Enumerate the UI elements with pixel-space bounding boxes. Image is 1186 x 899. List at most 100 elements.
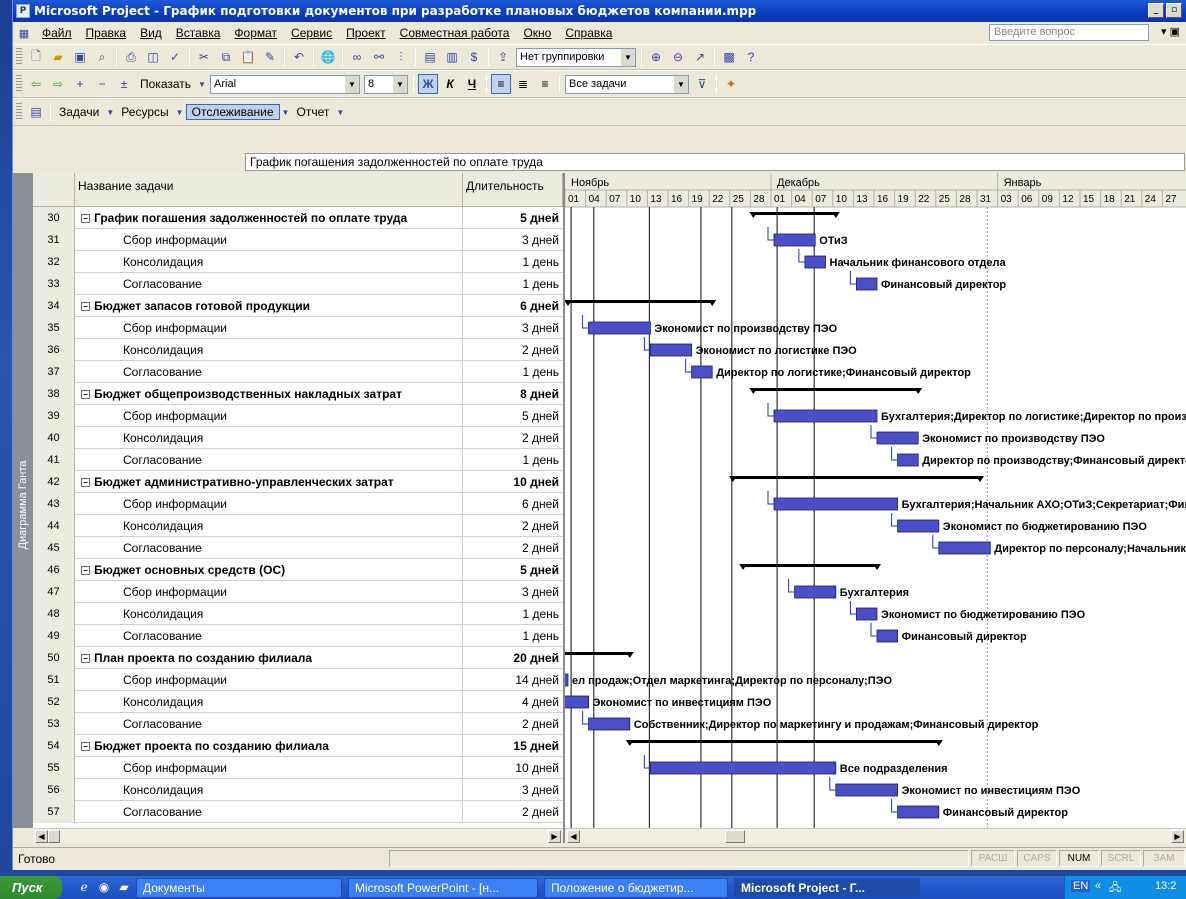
- table-row[interactable]: 47 Сбор информации 3 дней: [33, 581, 563, 603]
- tracking-menu[interactable]: Отслеживание: [185, 104, 280, 120]
- scroll-thumb[interactable]: [725, 830, 745, 843]
- help-icon[interactable]: ?: [741, 47, 761, 67]
- chevron-down-icon[interactable]: ▼: [621, 48, 635, 66]
- hyperlink-icon[interactable]: 🌐: [318, 47, 338, 67]
- task-name-cell[interactable]: Сбор информации: [75, 405, 463, 427]
- summary-task-row[interactable]: 38− Бюджет общепроизводственных накладных…: [33, 383, 563, 405]
- tray-expand-icon[interactable]: «: [1095, 880, 1101, 892]
- column-header-duration[interactable]: Длительность: [463, 173, 563, 207]
- row-id[interactable]: 43: [33, 493, 75, 515]
- task-name-cell[interactable]: Сбор информации: [75, 757, 463, 779]
- align-center-icon[interactable]: ≣: [513, 74, 533, 94]
- table-row[interactable]: 37 Согласование 1 день: [33, 361, 563, 383]
- row-id[interactable]: 33: [33, 273, 75, 295]
- menu-project[interactable]: Проект: [339, 26, 393, 40]
- menu-insert[interactable]: Вставка: [169, 26, 228, 40]
- restore-button[interactable]: ▫: [1166, 3, 1182, 18]
- summary-task-row[interactable]: 50− План проекта по созданию филиала 20 дн…: [33, 647, 563, 669]
- chevron-down-icon[interactable]: ▼: [393, 75, 408, 93]
- doc-restore-icon[interactable]: ▾ ▣: [1161, 25, 1180, 38]
- ask-question-input[interactable]: Введите вопрос: [989, 24, 1149, 41]
- copy-picture-icon[interactable]: ▩: [719, 47, 739, 67]
- folder-icon[interactable]: ▰: [116, 879, 132, 895]
- task-notes-icon[interactable]: ▥: [442, 47, 462, 67]
- menu-help[interactable]: Справка: [558, 26, 619, 40]
- network-icon[interactable]: 🖧: [1109, 879, 1121, 898]
- duration-cell[interactable]: 5 дней: [463, 405, 563, 427]
- go-to-task-icon[interactable]: ↗: [690, 47, 710, 67]
- filter-select[interactable]: Все задачи ▼: [565, 74, 690, 94]
- hide-subtasks-icon[interactable]: −: [92, 74, 112, 94]
- duration-cell[interactable]: 10 дней: [463, 757, 563, 779]
- chevron-down-icon[interactable]: ▼: [674, 75, 689, 93]
- duration-cell[interactable]: 6 дней: [463, 295, 563, 317]
- table-row[interactable]: 53 Согласование 2 дней: [33, 713, 563, 735]
- new-icon[interactable]: 🗋: [26, 47, 46, 67]
- project-guide-icon[interactable]: ▤: [26, 102, 46, 122]
- collapse-icon[interactable]: −: [81, 654, 90, 664]
- task-name-cell[interactable]: Консолидация: [75, 691, 463, 713]
- publish-icon[interactable]: ⇪: [493, 47, 513, 67]
- start-button[interactable]: Пуск: [0, 876, 62, 899]
- row-id[interactable]: 30: [33, 207, 75, 229]
- task-name-cell[interactable]: − Бюджет административно-управленческих з…: [75, 471, 463, 493]
- row-id[interactable]: 39: [33, 405, 75, 427]
- task-name-cell[interactable]: Сбор информации: [75, 581, 463, 603]
- row-id[interactable]: 34: [33, 295, 75, 317]
- table-row[interactable]: 48 Консолидация 1 день: [33, 603, 563, 625]
- browser-icon[interactable]: ◉: [96, 879, 112, 895]
- scroll-left-arrow[interactable]: ◀: [35, 830, 48, 843]
- collapse-icon[interactable]: −: [81, 390, 90, 400]
- outdent-icon[interactable]: ⇦: [26, 74, 46, 94]
- task-name-cell[interactable]: − Бюджет проекта по созданию филиала: [75, 735, 463, 757]
- duration-cell[interactable]: 2 дней: [463, 339, 563, 361]
- summary-task-row[interactable]: 46− Бюджет основных средств (ОС) 5 дней: [33, 559, 563, 581]
- column-header-name[interactable]: Название задачи: [75, 173, 463, 207]
- align-left-icon[interactable]: ≡: [491, 74, 512, 94]
- row-id[interactable]: 54: [33, 735, 75, 757]
- minimize-button[interactable]: _: [1148, 3, 1164, 18]
- font-select[interactable]: Arial ▼: [210, 74, 361, 94]
- task-name-cell[interactable]: Сбор информации: [75, 669, 463, 691]
- table-row[interactable]: 56 Консолидация 3 дней: [33, 779, 563, 801]
- row-id[interactable]: 48: [33, 603, 75, 625]
- chevron-down-icon[interactable]: ▼: [197, 74, 207, 94]
- format-painter-icon[interactable]: ✎: [260, 47, 280, 67]
- row-id[interactable]: 35: [33, 317, 75, 339]
- task-name-cell[interactable]: Консолидация: [75, 427, 463, 449]
- task-name-cell[interactable]: Консолидация: [75, 515, 463, 537]
- clock[interactable]: 13:2: [1155, 880, 1176, 892]
- table-row[interactable]: 32 Консолидация 1 день: [33, 251, 563, 273]
- scroll-right-arrow[interactable]: ▶: [548, 830, 561, 843]
- duration-cell[interactable]: 2 дней: [463, 713, 563, 735]
- menu-window[interactable]: Окно: [516, 26, 558, 40]
- open-icon[interactable]: ▰: [48, 47, 68, 67]
- row-id[interactable]: 53: [33, 713, 75, 735]
- menu-format[interactable]: Формат: [227, 26, 284, 40]
- duration-cell[interactable]: 2 дней: [463, 537, 563, 559]
- duration-cell[interactable]: 1 день: [463, 273, 563, 295]
- task-name-cell[interactable]: Сбор информации: [75, 493, 463, 515]
- summary-task-row[interactable]: 34− Бюджет запасов готовой продукции 6 дне…: [33, 295, 563, 317]
- duration-cell[interactable]: 1 день: [463, 449, 563, 471]
- task-name-cell[interactable]: Консолидация: [75, 251, 463, 273]
- duration-cell[interactable]: 15 дней: [463, 735, 563, 757]
- task-name-cell[interactable]: − Бюджет основных средств (ОС): [75, 559, 463, 581]
- duration-cell[interactable]: 3 дней: [463, 581, 563, 603]
- tasks-menu[interactable]: Задачи: [54, 105, 104, 119]
- title-bar[interactable]: P Microsoft Project - График подготовки …: [13, 0, 1186, 22]
- zoom-in-icon[interactable]: ⊕: [646, 47, 666, 67]
- resources-menu[interactable]: Ресурсы: [116, 105, 173, 119]
- table-row[interactable]: 45 Согласование 2 дней: [33, 537, 563, 559]
- task-name-cell[interactable]: Консолидация: [75, 603, 463, 625]
- menu-file[interactable]: Файл: [35, 26, 79, 40]
- underline-button[interactable]: Ч: [462, 74, 482, 94]
- task-name-cell[interactable]: Сбор информации: [75, 317, 463, 339]
- duration-cell[interactable]: 20 дней: [463, 647, 563, 669]
- toolbar-grip[interactable]: [16, 103, 22, 121]
- row-id[interactable]: 50: [33, 647, 75, 669]
- table-row[interactable]: 43 Сбор информации 6 дней: [33, 493, 563, 515]
- link-tasks-icon[interactable]: ∞: [347, 47, 367, 67]
- toolbar-grip[interactable]: [16, 48, 22, 66]
- chevron-down-icon[interactable]: ▼: [175, 102, 185, 122]
